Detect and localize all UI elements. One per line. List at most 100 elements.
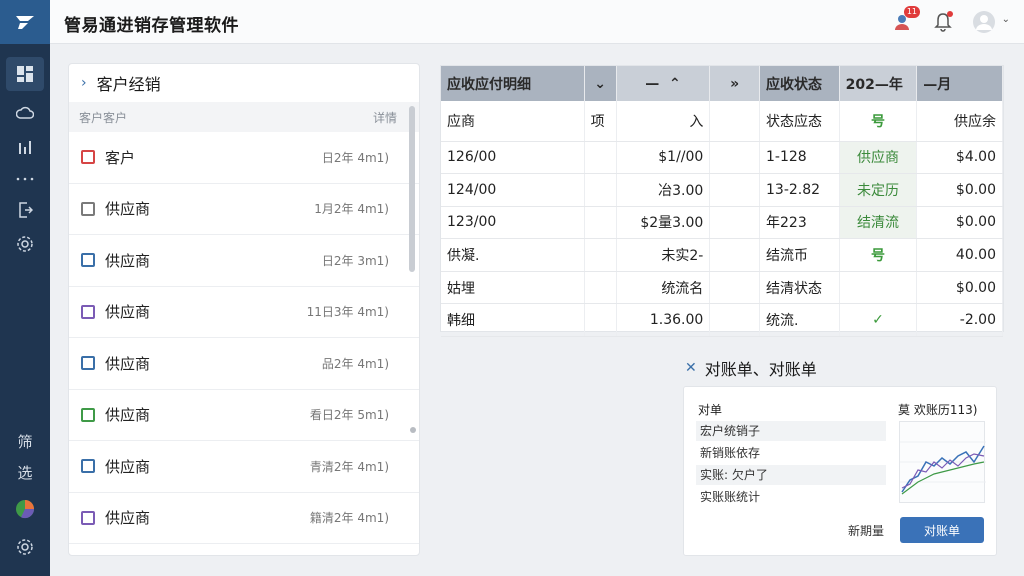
table-cell: 冶3.00 bbox=[616, 173, 711, 207]
recon-row[interactable]: 实账账统计 bbox=[696, 487, 886, 507]
avatar[interactable] bbox=[970, 8, 998, 36]
close-icon[interactable]: ✕ bbox=[685, 360, 697, 376]
list-item[interactable]: 供应商 1月2年 4m1) bbox=[69, 184, 419, 235]
table-cell: 供应商 bbox=[839, 141, 918, 175]
table-cell bbox=[584, 141, 617, 175]
table-cell bbox=[709, 206, 761, 240]
table-row[interactable]: 姑埋 统流名 结清状态 $0.00 bbox=[441, 271, 1003, 305]
filter-label-1[interactable]: 筛 bbox=[0, 431, 50, 452]
checkbox-icon[interactable] bbox=[81, 510, 95, 525]
table-cell: ✓ bbox=[839, 303, 918, 338]
checkbox-icon[interactable] bbox=[81, 407, 95, 422]
checkbox-icon[interactable] bbox=[81, 253, 95, 268]
app-logo[interactable] bbox=[0, 0, 50, 44]
checkbox-icon[interactable] bbox=[81, 356, 95, 371]
list-item-date: 1月2年 4m1) bbox=[314, 202, 389, 217]
list-item[interactable]: 供应商 日2年 3m1) bbox=[69, 235, 419, 287]
reconcile-button[interactable]: 对账单 bbox=[900, 517, 984, 543]
list-scrollbar-thumb[interactable] bbox=[409, 106, 415, 272]
table-row[interactable]: 124/00 冶3.00 13-2.82 未定历 $0.00 bbox=[441, 173, 1003, 207]
more-icon[interactable] bbox=[6, 162, 44, 196]
list-item[interactable]: 供应商 青清2年 4m1) bbox=[69, 441, 419, 493]
scroll-indicator bbox=[410, 427, 416, 433]
list-item[interactable]: 供应商 籍清2年 4m1) bbox=[69, 493, 419, 544]
settings-icon[interactable] bbox=[6, 227, 44, 261]
recon-col-left: 对单 bbox=[698, 403, 723, 417]
list-item[interactable]: 供应商 品2年 4m1) bbox=[69, 338, 419, 390]
header-col-3[interactable]: — ⌃ bbox=[616, 66, 711, 101]
list-header[interactable]: › 客户经销 bbox=[69, 64, 419, 102]
table-cell: 年223 bbox=[759, 206, 840, 240]
checkbox-icon[interactable] bbox=[81, 304, 95, 319]
checkbox-icon[interactable] bbox=[81, 201, 95, 216]
expand-icon[interactable]: » bbox=[709, 66, 761, 101]
app-title: 管易通进销存管理软件 bbox=[64, 16, 239, 36]
table-cell bbox=[839, 271, 918, 305]
table-cell: 供凝. bbox=[441, 238, 585, 272]
top-bar: 管易通进销存管理软件 11 ⌄ bbox=[50, 0, 1024, 44]
table-cell: $4.00 bbox=[916, 141, 1003, 175]
subheader-cell: 入 bbox=[616, 101, 711, 142]
table-cell: 未实2- bbox=[616, 238, 711, 272]
list-item-name: 供应商 bbox=[105, 303, 151, 322]
table-row[interactable]: 126/00 $1//00 1-128 供应商 $4.00 bbox=[441, 141, 1003, 175]
exit-icon[interactable] bbox=[6, 193, 44, 227]
list-column-header: 客户客户 详情 bbox=[69, 102, 419, 132]
list-item[interactable]: 客户 日2年 4m1) bbox=[69, 132, 419, 184]
recon-row[interactable]: 宏户统销子 bbox=[696, 421, 886, 441]
reconciliation-title[interactable]: ✕ 对账单、对账单 bbox=[685, 356, 817, 380]
table-cell: $1//00 bbox=[616, 141, 711, 175]
header-month[interactable]: —月 bbox=[916, 66, 1003, 101]
dropdown-chevron-icon[interactable]: ⌄ bbox=[584, 66, 617, 101]
recon-row[interactable]: 实账: 欠户了 bbox=[696, 465, 886, 485]
recon-col-right: 莫 欢账历113) bbox=[898, 403, 978, 417]
notification-count-badge: 11 bbox=[903, 6, 920, 18]
settings-bottom-icon[interactable] bbox=[6, 530, 44, 564]
chevron-right-icon[interactable]: › bbox=[81, 75, 87, 91]
header-year[interactable]: 202—年 bbox=[839, 66, 918, 101]
chart-icon[interactable] bbox=[6, 131, 44, 165]
table-body: 应商 项 入 状态应态 号 供应余 126/00 $1//00 1-128 供应商 $4… bbox=[441, 101, 1003, 338]
checkbox-icon[interactable] bbox=[81, 150, 95, 165]
list-item[interactable]: 供应商 看日2年 5m1) bbox=[69, 390, 419, 441]
table-cell: -2.00 bbox=[916, 303, 1003, 338]
bell-dot bbox=[947, 11, 953, 17]
table-header-row: 应收应付明细 ⌄ — ⌃ » 应收状态 202—年 —月 bbox=[441, 66, 1003, 101]
list-item-left: 供应商 bbox=[81, 404, 150, 425]
table-cell: 结清状态 bbox=[759, 271, 840, 305]
receivables-table: 应收应付明细 ⌄ — ⌃ » 应收状态 202—年 —月 应商 项 入 状态应态… bbox=[440, 65, 1004, 338]
dashboard-icon[interactable] bbox=[6, 57, 44, 91]
subheader-cell: 状态应态 bbox=[759, 101, 840, 142]
table-cell: 结流币 bbox=[759, 238, 840, 272]
checkbox-icon[interactable] bbox=[81, 459, 95, 474]
cloud-icon[interactable] bbox=[6, 96, 44, 130]
nav-rail: 筛 选 bbox=[0, 0, 50, 576]
reconciliation-card: 对单 莫 欢账历113) 宏户统销子 新销账依存 实账: 欠户了 实账账统计 新… bbox=[683, 386, 997, 556]
subheader-cell: 应商 bbox=[441, 101, 585, 142]
filter-label-2[interactable]: 选 bbox=[0, 462, 50, 483]
table-row[interactable]: 供凝. 未实2- 结流币号 40.00 bbox=[441, 238, 1003, 272]
list-item-left: 供应商 bbox=[81, 198, 150, 219]
chevron-down-icon[interactable]: ⌄ bbox=[1002, 14, 1010, 25]
table-cell: 统流. bbox=[759, 303, 840, 338]
list-item-name: 供应商 bbox=[105, 200, 151, 219]
table-row[interactable]: 123/00 $2量3.00 年223 结清流 $0.00 bbox=[441, 206, 1003, 240]
bell-icon[interactable] bbox=[929, 8, 957, 36]
table-cell: 126/00 bbox=[441, 141, 585, 175]
table-cell: 姑埋 bbox=[441, 271, 585, 305]
list-item-left: 供应商 bbox=[81, 456, 150, 477]
recon-row[interactable]: 新销账依存 bbox=[696, 443, 886, 463]
table-row[interactable]: 韩细 1.36.00 统流. ✓ -2.00 bbox=[441, 303, 1003, 338]
list-item-date: 日2年 3m1) bbox=[321, 253, 389, 268]
list-col-left: 客户客户 bbox=[79, 110, 128, 125]
list-body: 客户 日2年 4m1) 供应商 1月2年 4m1) 供应商 日2年 3m1) 供应商 11日3… bbox=[69, 132, 419, 544]
user-group-icon[interactable]: 11 bbox=[888, 6, 920, 36]
list-item-name: 供应商 bbox=[105, 354, 151, 373]
list-item-name: 供应商 bbox=[105, 509, 151, 528]
table-cell bbox=[709, 271, 761, 305]
table-title: 应收应付明细 bbox=[441, 66, 585, 101]
list-item[interactable]: 供应商 11日3年 4m1) bbox=[69, 287, 419, 338]
list-title: 客户经销 bbox=[96, 75, 161, 94]
list-item-date: 青清2年 4m1) bbox=[309, 459, 389, 474]
pie-chart-icon[interactable] bbox=[6, 492, 44, 526]
